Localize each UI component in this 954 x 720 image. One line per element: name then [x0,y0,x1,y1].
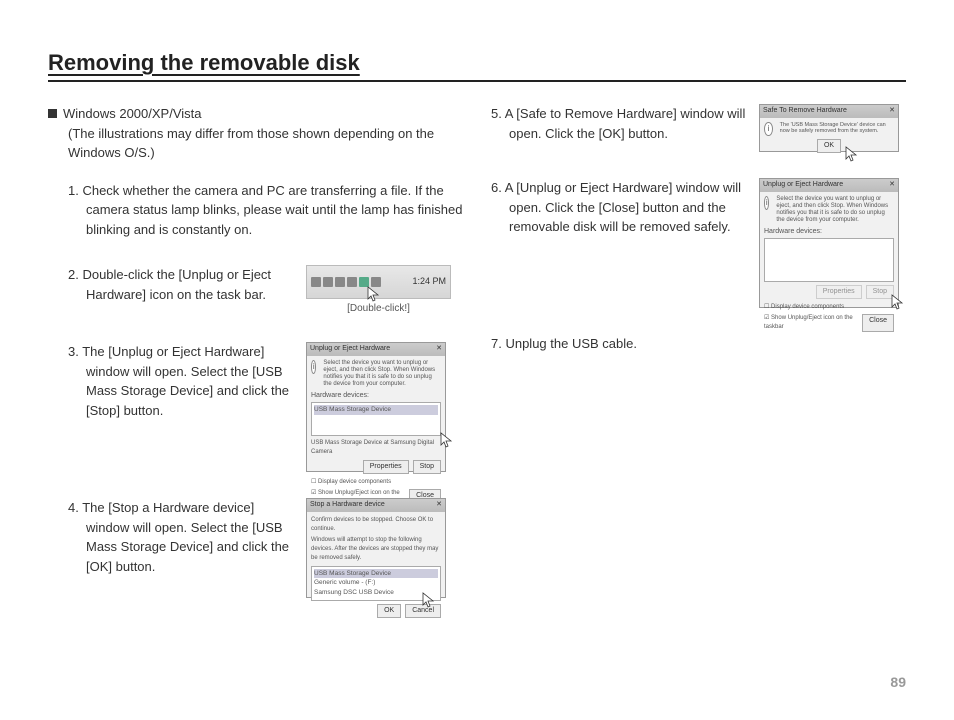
dialog-title: Safe To Remove Hardware [763,106,847,117]
close-icon: ✕ [889,106,895,117]
bullet-icon [48,109,57,118]
list-item: USB Mass Storage Device [314,405,438,415]
step-1: 1. Check whether the camera and PC are t… [48,181,463,240]
unplug-dialog: Unplug or Eject Hardware ✕ i Select the d… [306,342,446,472]
info-icon: i [764,196,769,210]
content-columns: Windows 2000/XP/Vista (The illustrations… [48,104,906,624]
manual-page: Removing the removable disk Windows 2000… [0,0,954,720]
list-item: USB Mass Storage Device [314,569,438,579]
step-6-shot-wrap: Unplug or Eject Hardware ✕ i Select the d… [759,178,899,308]
cursor-icon [367,286,381,302]
checkbox-label: Display device components [771,304,844,310]
ok-button: OK [817,139,841,153]
dialog-body: i The 'USB Mass Storage Device' device ca… [760,118,898,157]
tray-icon [335,277,345,287]
stop-button: Stop [866,285,894,299]
dialog-titlebar: Safe To Remove Hardware ✕ [760,105,898,118]
step-5-shot-wrap: Safe To Remove Hardware ✕ i The 'USB Mass… [759,104,899,152]
unplug-dialog-empty: Unplug or Eject Hardware ✕ i Select the d… [759,178,899,308]
dialog-hint: Select the device you want to unplug or … [323,360,441,389]
properties-button: Properties [816,285,862,299]
close-button: Close [862,314,894,332]
hardware-list-label: Hardware devices: [764,227,894,238]
hardware-list: USB Mass Storage Device [311,402,441,436]
step-4-text: 4. The [Stop a Hardware device] window w… [68,498,296,576]
cursor-icon [845,146,859,162]
taskbar-clock: 1:24 PM [412,275,446,289]
left-column: Windows 2000/XP/Vista (The illustrations… [48,104,463,624]
taskbar-screenshot: 1:24 PM [306,265,451,299]
close-icon: ✕ [436,344,442,355]
taskbar-screenshot-wrap: 1:24 PM [Double-click!] [306,265,451,316]
page-title: Removing the removable disk [48,50,906,82]
step-7-text: 7. Unplug the USB cable. [491,334,906,354]
list-item: Samsung DSC USB Device [314,588,438,598]
intro-block: Windows 2000/XP/Vista (The illustrations… [48,104,463,163]
step-3-shot-wrap: Unplug or Eject Hardware ✕ i Select the d… [306,342,446,472]
tray-icon [311,277,321,287]
dialog-titlebar: Unplug or Eject Hardware ✕ [760,179,898,192]
step-1-text: 1. Check whether the camera and PC are t… [68,181,463,240]
dialog-body: i Select the device you want to unplug or… [307,356,445,511]
dialog-titlebar: Unplug or Eject Hardware ✕ [307,343,445,356]
info-icon: i [764,122,773,136]
cursor-icon [891,294,905,310]
dialog-body: i Select the device you want to unplug or… [760,192,898,336]
checkbox-label: Show Unplug/Eject icon on the taskbar [764,315,853,330]
step-2-text: 2. Double-click the [Unplug or Eject Har… [68,265,296,304]
intro-heading: Windows 2000/XP/Vista [63,106,202,121]
dialog-button-row: OK [764,139,894,153]
stop-hardware-dialog: Stop a Hardware device ✕ Confirm devices… [306,498,446,598]
double-click-label: [Double-click!] [347,301,410,316]
step-4-shot-wrap: Stop a Hardware device ✕ Confirm devices… [306,498,446,598]
stop-button: Stop [413,460,441,474]
step-6: 6. A [Unplug or Eject Hardware] window w… [491,178,906,308]
info-icon: i [311,360,316,374]
dialog-title: Unplug or Eject Hardware [310,344,390,355]
step-3: 3. The [Unplug or Eject Hardware] window… [48,342,463,472]
list-item: Generic volume - (F:) [314,578,438,588]
checkbox-label: Display device components [318,479,391,485]
dialog-title: Stop a Hardware device [310,500,385,511]
device-footer: USB Mass Storage Device at Samsung Digit… [311,439,441,457]
cursor-icon [422,592,436,608]
step-5-text: 5. A [Safe to Remove Hardware] window wi… [491,104,749,143]
page-number: 89 [890,674,906,690]
tray-icon [323,277,333,287]
cursor-icon [440,432,454,448]
right-column: 5. A [Safe to Remove Hardware] window wi… [491,104,906,624]
close-icon: ✕ [436,500,442,511]
close-icon: ✕ [889,180,895,191]
step-6-text: 6. A [Unplug or Eject Hardware] window w… [491,178,749,237]
ok-button: OK [377,604,401,618]
tray-icon [347,277,357,287]
step-4: 4. The [Stop a Hardware device] window w… [48,498,463,598]
step-3-text: 3. The [Unplug or Eject Hardware] window… [68,342,296,420]
safe-remove-dialog: Safe To Remove Hardware ✕ i The 'USB Mass… [759,104,899,152]
hardware-list-empty [764,238,894,282]
properties-button: Properties [363,460,409,474]
dialog-button-row: Properties Stop [311,460,441,474]
dialog-msg: The 'USB Mass Storage Device' device can… [780,122,894,136]
hardware-list-label: Hardware devices: [311,391,441,402]
step-2: 2. Double-click the [Unplug or Eject Har… [48,265,463,316]
dialog-button-row: Properties Stop [764,285,894,299]
step-7: 7. Unplug the USB cable. [491,334,906,354]
dialog-hint: Confirm devices to be stopped. Choose OK… [311,516,441,534]
dialog-hint: Windows will attempt to stop the followi… [311,536,441,563]
intro-sub: (The illustrations may differ from those… [68,124,463,163]
step-5: 5. A [Safe to Remove Hardware] window wi… [491,104,906,152]
dialog-hint: Select the device you want to unplug or … [776,196,894,225]
dialog-titlebar: Stop a Hardware device ✕ [307,499,445,512]
dialog-title: Unplug or Eject Hardware [763,180,843,191]
